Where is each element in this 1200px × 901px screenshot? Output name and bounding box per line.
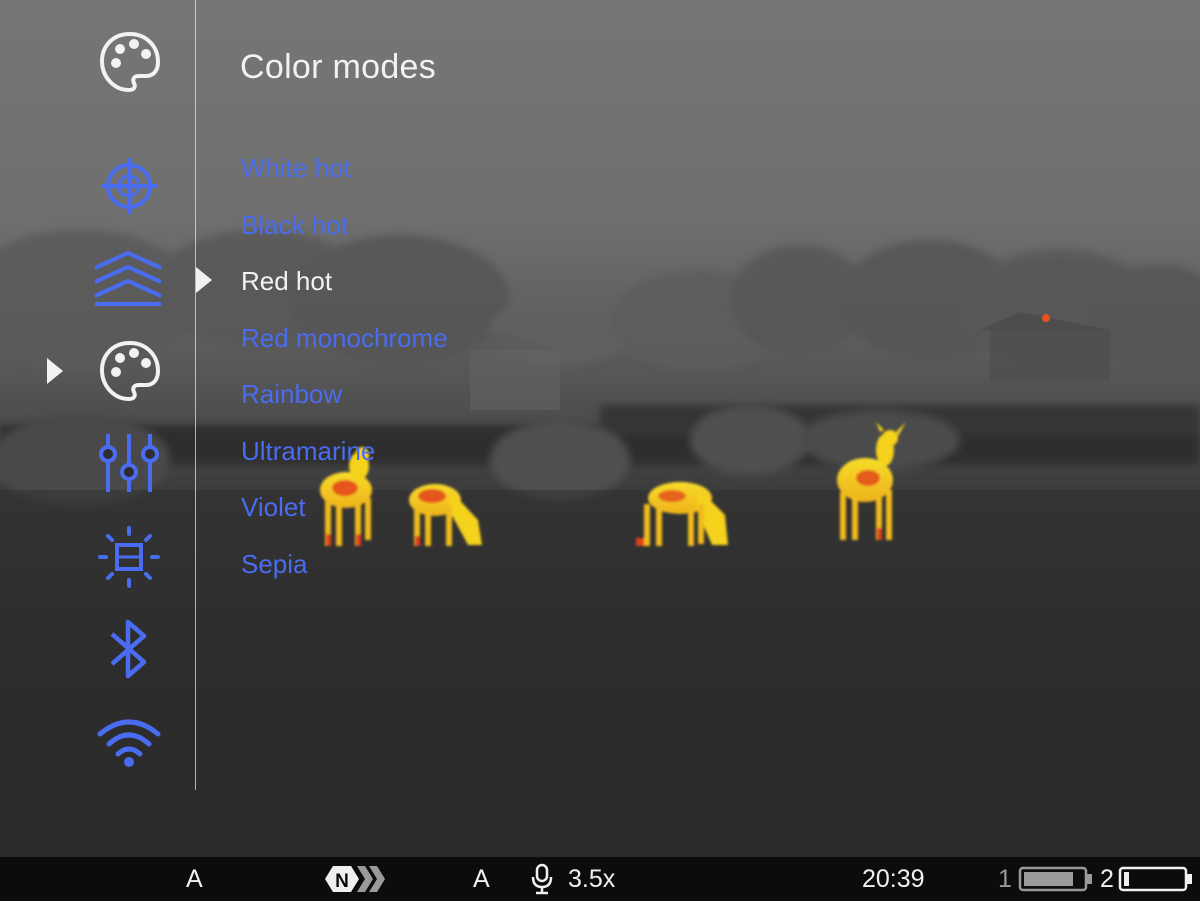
menu-item-black-hot[interactable]: Black hot [241,210,348,241]
mode-indicator-a: A [186,865,203,893]
battery-2-label: 2 [1100,865,1114,893]
menu-item-rainbow[interactable]: Rainbow [241,379,342,410]
menu-title: Color modes [240,48,437,86]
menu-selection-arrow [196,267,212,293]
thermal-viewport [0,0,1200,857]
menu-item-white-hot[interactable]: White hot [241,153,351,184]
palette-icon[interactable] [98,339,162,403]
menu-item-violet[interactable]: Violet [241,492,306,523]
status-bar: A N A 3.5x 20:39 1 2 [0,857,1200,900]
layers-icon[interactable] [93,250,163,308]
sidebar-divider [195,0,196,790]
battery-1-icon [1018,865,1094,899]
menu-item-red-hot[interactable]: Red hot [241,266,332,297]
palette-icon [98,30,162,94]
menu-item-ultramarine[interactable]: Ultramarine [241,436,375,467]
sliders-icon[interactable] [98,432,160,494]
sidebar-selection-arrow [47,358,63,384]
distant-heat-spot [1042,314,1050,322]
mode-indicator-a-2: A [473,865,490,893]
wifi-icon[interactable] [96,716,162,768]
menu-item-red-monochrome[interactable]: Red monochrome [241,323,448,354]
field [0,490,1200,857]
zoom-level: 3.5x [568,865,616,893]
battery-1-label: 1 [998,865,1012,893]
menu-item-sepia[interactable]: Sepia [241,549,308,580]
microphone-icon [530,863,554,901]
thermal-scene [0,230,1200,857]
bluetooth-icon[interactable] [108,618,150,680]
battery-2-icon [1118,865,1194,899]
nav-icon-letter: N [335,871,349,892]
crosshair-icon[interactable] [100,157,158,215]
nav-icon: N [321,863,387,901]
clock: 20:39 [862,865,925,893]
brightness-icon[interactable] [98,526,160,588]
